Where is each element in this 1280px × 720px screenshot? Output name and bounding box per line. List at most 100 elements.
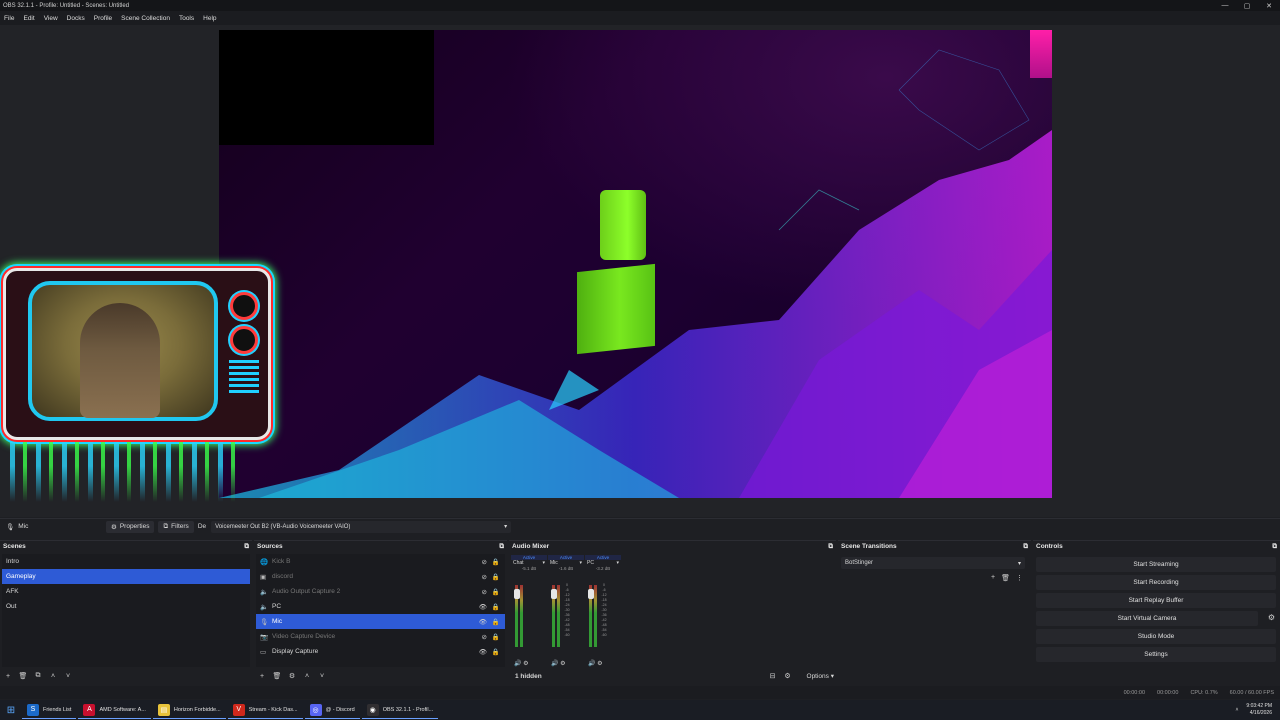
speaker-icon[interactable]: 🔊 — [588, 661, 595, 667]
taskbar-item-amd-software[interactable]: A AMD Software: A... — [78, 701, 151, 719]
undock-icon[interactable]: ⧉ — [1272, 543, 1277, 551]
lock-icon[interactable]: 🔒 — [492, 573, 500, 581]
lock-icon[interactable]: 🔒 — [492, 603, 500, 611]
scene-filters-icon[interactable]: ⧉ — [32, 672, 44, 680]
menu-scene-collection[interactable]: Scene Collection — [121, 15, 170, 22]
green-cube-bottom — [577, 263, 655, 355]
menu-edit[interactable]: Edit — [23, 15, 34, 22]
undock-icon[interactable]: ⧉ — [1023, 543, 1028, 551]
source-item-display-capture[interactable]: ▭ Display Capture 👁 🔒 — [256, 644, 505, 659]
start-virtual-camera-button[interactable]: Start Virtual Camera — [1036, 611, 1258, 626]
sources-title: Sources — [257, 543, 283, 550]
taskbar-item-friends-list[interactable]: S Friends List — [22, 701, 77, 719]
channel-db: -5.1 dB — [521, 566, 537, 571]
studio-mode-button[interactable]: Studio Mode — [1036, 629, 1276, 644]
black-placeholder-source — [219, 30, 434, 145]
layout-toggle-icon[interactable]: ⊟ — [767, 672, 779, 680]
minimize-button[interactable]: — — [1214, 2, 1236, 9]
source-label: Kick B — [272, 558, 291, 565]
hidden-count[interactable]: 1 hidden — [515, 673, 767, 680]
eye-icon[interactable]: 👁 — [479, 603, 487, 611]
advanced-audio-icon[interactable]: ⚙ — [782, 672, 794, 680]
maximize-button[interactable]: ▢ — [1236, 2, 1258, 10]
close-button[interactable]: ✕ — [1258, 2, 1280, 10]
taskbar-item-horizon[interactable]: ▤ Horizon Forbidde... — [152, 701, 226, 719]
source-item-pc[interactable]: 🔈 PC 👁 🔒 — [256, 599, 505, 614]
undock-icon[interactable]: ⧉ — [828, 543, 833, 551]
add-source-icon[interactable]: + — [256, 673, 268, 680]
chevron-down-icon: ▾ — [616, 560, 619, 566]
source-label: Video Capture Device — [272, 633, 336, 640]
start-replay-buffer-button[interactable]: Start Replay Buffer — [1036, 593, 1276, 608]
add-transition-icon[interactable]: + — [991, 574, 995, 582]
remove-source-icon[interactable]: 🗑 — [271, 672, 283, 680]
eye-icon[interactable]: 👁 — [479, 618, 487, 626]
eye-off-icon[interactable]: ⊘ — [482, 588, 487, 596]
gear-icon[interactable]: ⚙ — [523, 661, 528, 667]
gear-icon[interactable]: ⚙ — [1268, 613, 1275, 622]
add-scene-icon[interactable]: + — [2, 673, 14, 680]
clock[interactable]: 9:03:42 PM 4/16/2026 — [1246, 703, 1272, 717]
options-button[interactable]: Options ▾ — [807, 672, 834, 680]
mixer-toolbar: 1 hidden ⊟ ⚙ Options ▾ — [511, 669, 834, 683]
remove-scene-icon[interactable]: 🗑 — [17, 672, 29, 680]
undock-icon[interactable]: ⧉ — [244, 543, 249, 551]
remove-transition-icon[interactable]: 🗑 — [1001, 574, 1010, 582]
paint-drips — [10, 442, 240, 502]
settings-button[interactable]: Settings — [1036, 647, 1276, 662]
scene-item-intro[interactable]: Intro — [2, 554, 250, 569]
scenes-dock-title: Scenes ⧉ — [0, 541, 252, 552]
source-item-discord[interactable]: ▣ discord ⊘ 🔒 — [256, 569, 505, 584]
taskbar-item-browser-kick[interactable]: V Stream - Kick Das... — [227, 701, 303, 719]
speaker-icon[interactable]: 🔊 — [514, 661, 521, 667]
scene-item-out[interactable]: Out — [2, 599, 250, 614]
filters-button[interactable]: ⧉ Filters — [158, 520, 194, 533]
windows-start-icon[interactable]: ⊞ — [0, 700, 22, 720]
move-up-icon[interactable]: ˄ — [301, 673, 313, 680]
more-options-icon[interactable]: ⋮ — [1016, 574, 1023, 582]
lock-icon[interactable]: 🔒 — [492, 558, 500, 566]
menu-profile[interactable]: Profile — [94, 15, 112, 22]
preview-area[interactable] — [0, 25, 1280, 517]
chevron-up-icon[interactable]: ˄ — [1236, 707, 1239, 713]
lock-icon[interactable]: 🔒 — [492, 618, 500, 626]
gear-icon[interactable]: ⚙ — [560, 661, 565, 667]
lock-icon[interactable]: 🔒 — [492, 648, 500, 656]
lock-icon[interactable]: 🔒 — [492, 633, 500, 641]
start-recording-button[interactable]: Start Recording — [1036, 575, 1276, 590]
transition-select[interactable]: BotStinger ▾ — [841, 557, 1025, 569]
source-item-kick-b[interactable]: 🌐 Kick B ⊘ 🔒 — [256, 554, 505, 569]
source-item-video-capture-device[interactable]: 📷 Video Capture Device ⊘ 🔒 — [256, 629, 505, 644]
menu-view[interactable]: View — [44, 15, 58, 22]
gear-icon[interactable]: ⚙ — [597, 661, 602, 667]
scene-item-afk[interactable]: AFK — [2, 584, 250, 599]
move-down-icon[interactable]: ˅ — [316, 673, 328, 680]
menu-tools[interactable]: Tools — [179, 15, 194, 22]
eye-off-icon[interactable]: ⊘ — [482, 633, 487, 641]
source-item-audio-output-capture-2[interactable]: 🔈 Audio Output Capture 2 ⊘ 🔒 — [256, 584, 505, 599]
menu-docks[interactable]: Docks — [67, 15, 85, 22]
eye-off-icon[interactable]: ⊘ — [482, 573, 487, 581]
taskbar-item-discord[interactable]: ◎ @ - Discord — [304, 701, 360, 719]
volume-fader[interactable] — [588, 589, 594, 599]
menu-help[interactable]: Help — [203, 15, 216, 22]
undock-icon[interactable]: ⧉ — [499, 543, 504, 551]
menu-file[interactable]: File — [4, 15, 14, 22]
eye-off-icon[interactable]: ⊘ — [482, 558, 487, 566]
start-streaming-button[interactable]: Start Streaming — [1036, 557, 1276, 572]
source-properties-icon[interactable]: ⚙ — [286, 672, 298, 680]
program-canvas[interactable] — [219, 30, 1052, 498]
speaker-icon[interactable]: 🔊 — [551, 661, 558, 667]
volume-fader[interactable] — [551, 589, 557, 599]
source-item-mic[interactable]: 🎙 Mic 👁 🔒 — [256, 614, 505, 629]
move-down-icon[interactable]: ˅ — [62, 673, 74, 680]
eye-icon[interactable]: 👁 — [479, 648, 487, 656]
taskbar-label: Horizon Forbidde... — [173, 706, 221, 713]
volume-fader[interactable] — [514, 589, 520, 599]
taskbar-item-obs[interactable]: ◉ OBS 32.1.1 - Profil... — [361, 701, 439, 719]
properties-button[interactable]: ⚙ Properties — [106, 520, 155, 533]
device-select[interactable]: Voicemeeter Out B2 (VB-Audio Voicemeeter… — [211, 520, 512, 533]
lock-icon[interactable]: 🔒 — [492, 588, 500, 596]
scene-item-gameplay[interactable]: Gameplay — [2, 569, 250, 584]
move-up-icon[interactable]: ˄ — [47, 673, 59, 680]
